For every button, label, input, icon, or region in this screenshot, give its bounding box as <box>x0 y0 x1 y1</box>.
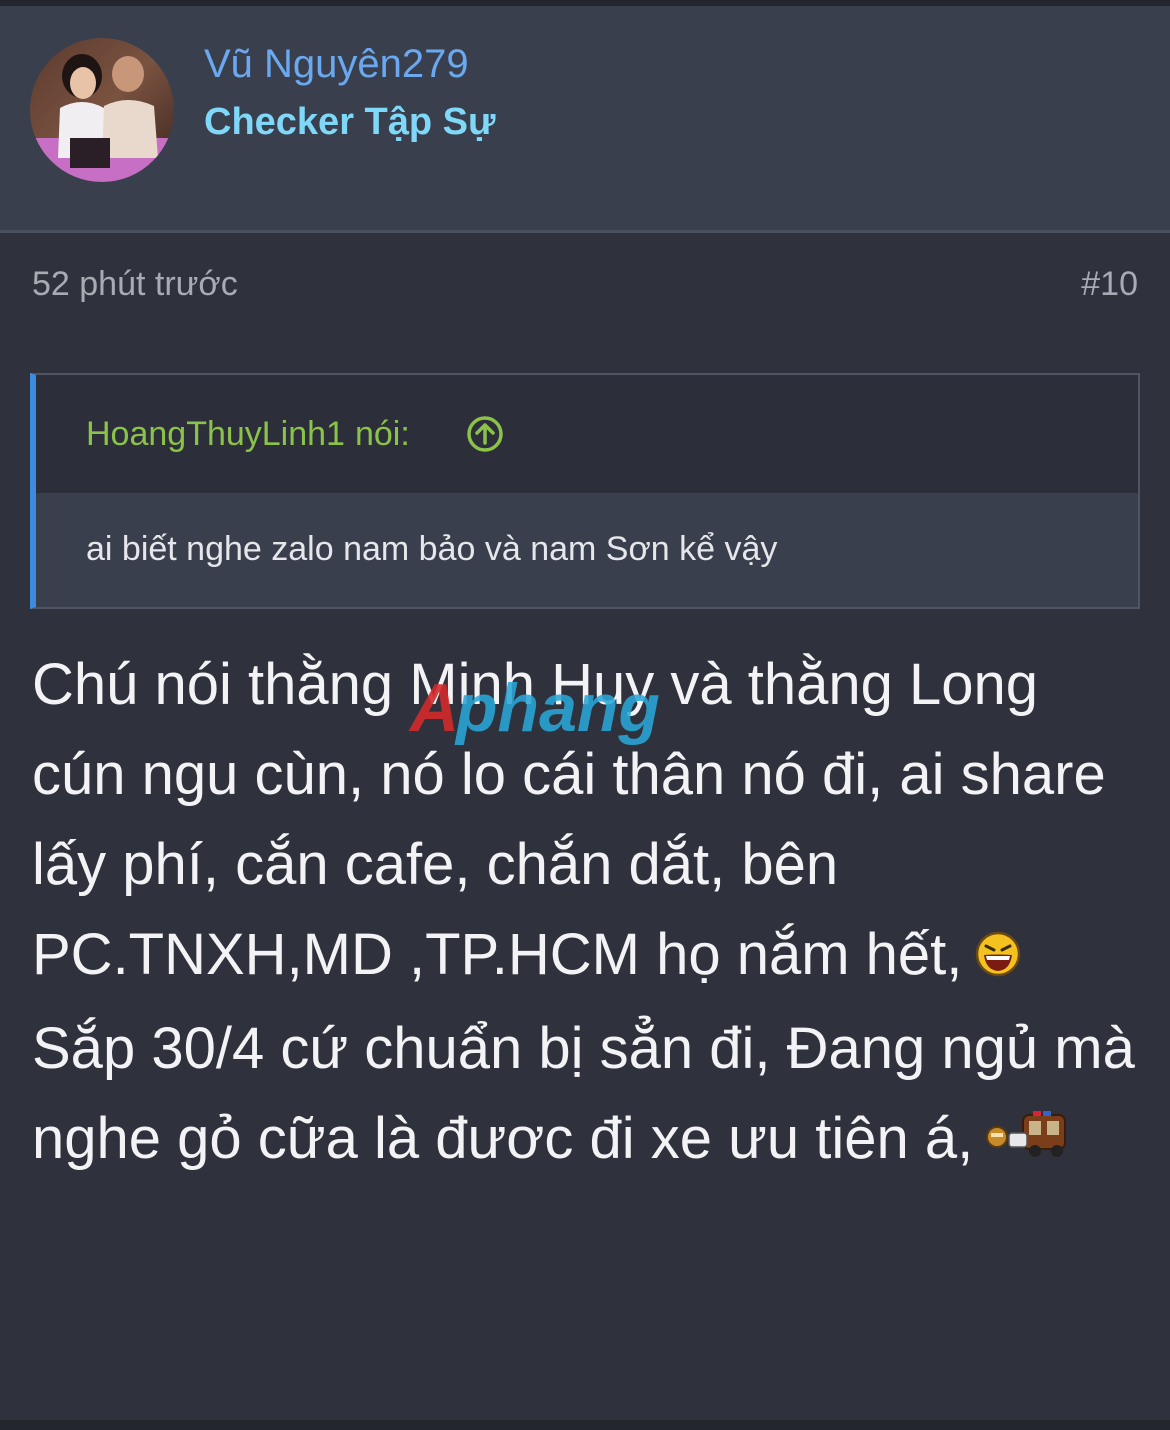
username-link[interactable]: Vũ Nguyên279 <box>204 42 469 87</box>
laughing-smilie-icon <box>974 914 1022 1004</box>
post-number-link[interactable]: #10 <box>1081 265 1138 304</box>
post-message: Chú nói thằng Minh Huy và thằng Long cún… <box>32 640 1142 1187</box>
user-title: Checker Tập Sự <box>204 101 496 143</box>
quote-author-name[interactable]: HoangThuyLinh1 <box>86 415 345 453</box>
police-van-smilie-icon <box>985 1097 1077 1187</box>
post-timestamp[interactable]: 52 phút trước <box>32 265 238 304</box>
post-user-header: Vũ Nguyên279 Checker Tập Sự <box>0 6 1170 233</box>
avatar[interactable] <box>30 38 174 182</box>
bottom-divider <box>0 1420 1170 1430</box>
quote-said-label: nói: <box>354 415 410 453</box>
quote-block: HoangThuyLinh1 nói: ai biết nghe zalo nam… <box>30 373 1140 609</box>
message-text-2: Sắp 30/4 cứ chuẩn bị sẳn đi, Đang ngủ mà… <box>32 1015 1135 1171</box>
post-page: Vũ Nguyên279 Checker Tập Sự 52 phút trướ… <box>0 0 1170 1430</box>
quote-header: HoangThuyLinh1 nói: <box>36 375 1138 493</box>
arrow-up-circle-icon[interactable] <box>466 415 504 453</box>
quote-attribution: HoangThuyLinh1 nói: <box>86 415 410 454</box>
quote-text: ai biết nghe zalo nam bảo và nam Sơn kể … <box>86 530 778 568</box>
message-paragraph: Chú nói thằng Minh Huy và thằng Long cún… <box>32 640 1142 1004</box>
message-paragraph: Sắp 30/4 cứ chuẩn bị sẳn đi, Đang ngủ mà… <box>32 1004 1142 1188</box>
message-text-1: Chú nói thằng Minh Huy và thằng Long cún… <box>32 652 1106 987</box>
